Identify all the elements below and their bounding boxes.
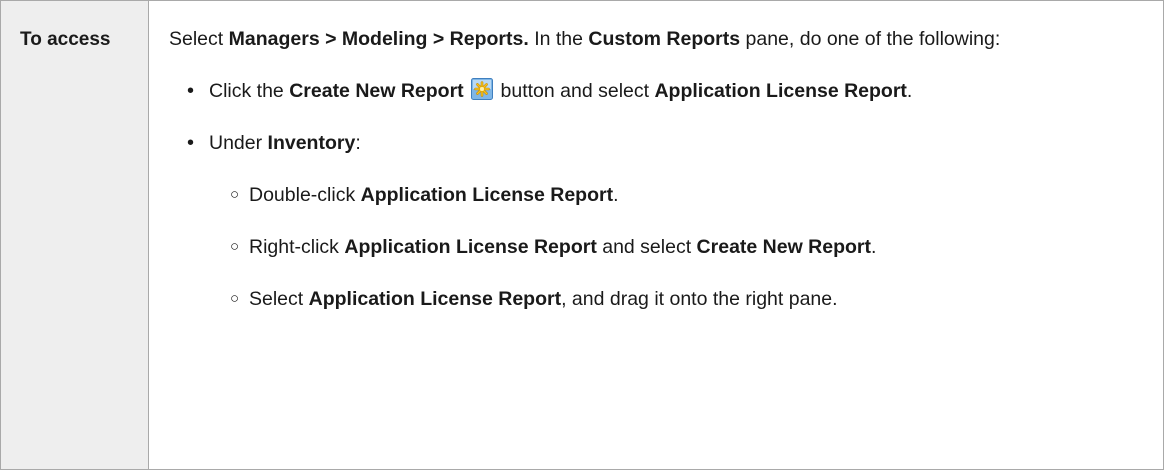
steps-list: • Click the Create New Report button and… [169, 72, 1143, 318]
sub-text-1: Right-click [249, 236, 345, 258]
sub-text-1: Double-click [249, 184, 361, 206]
application-license-report-label: Application License Report [654, 80, 907, 102]
intro-text-1: Select [169, 28, 229, 50]
inventory-sublist: ○ Double-click Application License Repor… [209, 176, 1143, 318]
sub-text-2: and select [596, 236, 697, 258]
custom-reports-pane-name: Custom Reports [588, 28, 741, 50]
circle-bullet: ○ [230, 290, 240, 307]
sub-list-item: ○ Double-click Application License Repor… [209, 176, 1143, 214]
sub-list-item: ○ Right-click Application License Report… [209, 228, 1143, 266]
list-item: • Click the Create New Report button and… [169, 72, 1143, 110]
step-text-2: : [355, 132, 361, 154]
application-license-report-label: Application License Report [360, 184, 614, 206]
menu-path: Managers > Modeling > Reports. [228, 28, 529, 50]
list-item: • Under Inventory: ○ Double-click Applic… [169, 124, 1143, 318]
intro-text-3: pane, do one of the following: [740, 28, 1001, 50]
sub-list-item: ○ Select Application License Report, and… [209, 280, 1143, 318]
circle-bullet: ○ [230, 186, 240, 203]
step-text-1: Click the [209, 80, 290, 102]
create-new-report-label: Create New Report [289, 80, 464, 102]
sub-text-2: , and drag it onto the right pane. [561, 288, 838, 310]
step-text-2: button and select [495, 80, 655, 102]
sub-text-1: Select [249, 288, 309, 310]
create-new-report-icon [471, 78, 494, 100]
bullet-dot: • [187, 132, 195, 154]
step-text-3: . [906, 80, 913, 102]
row-content: Select Managers > Modeling > Reports. In… [149, 1, 1163, 469]
bullet-dot: • [187, 80, 195, 102]
intro-paragraph: Select Managers > Modeling > Reports. In… [169, 20, 1143, 58]
create-new-report-label: Create New Report [696, 236, 872, 258]
access-table: To access Select Managers > Modeling > R… [0, 0, 1164, 470]
intro-text-2: In the [528, 28, 589, 50]
sub-text-3: . [871, 236, 877, 258]
sub-text-2: . [613, 184, 619, 206]
application-license-report-label: Application License Report [344, 236, 597, 258]
step-text-1: Under [209, 132, 268, 154]
circle-bullet: ○ [230, 238, 240, 255]
row-header-to-access: To access [1, 1, 149, 469]
inventory-label: Inventory [267, 132, 356, 154]
application-license-report-label: Application License Report [308, 288, 562, 310]
